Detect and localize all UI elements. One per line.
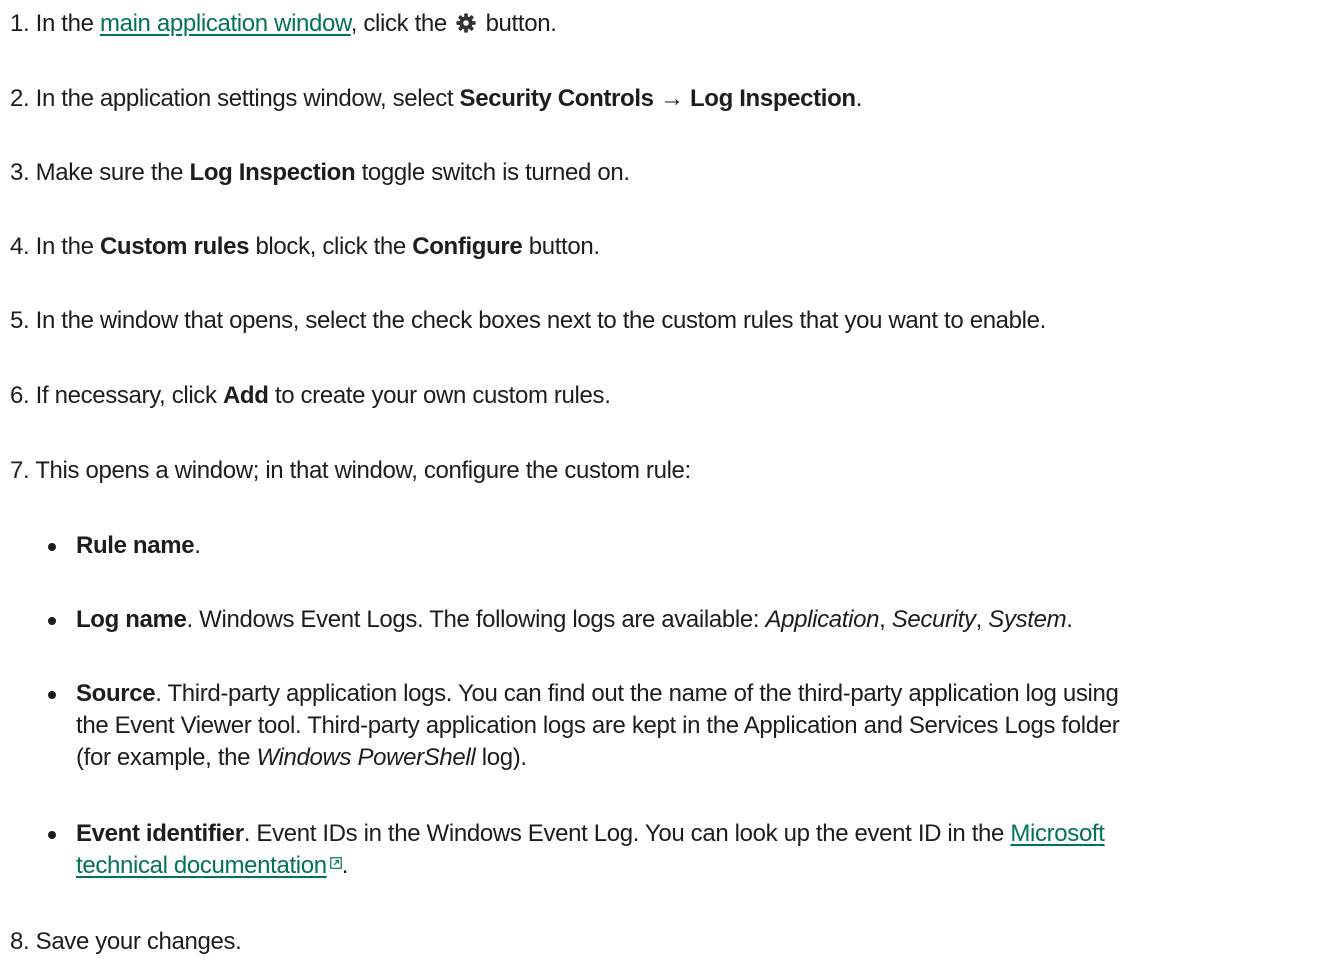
- bullet-text: (for example, the: [76, 744, 251, 771]
- bullet-log-name: Log name. Windows Event Logs. The follow…: [48, 604, 1328, 636]
- bullet-line: (for example, the Windows PowerShell log…: [76, 742, 1328, 774]
- step-7: 7. This opens a window; in that window, …: [10, 455, 691, 487]
- bullet-line: the Event Viewer tool. Third-party appli…: [76, 712, 1120, 739]
- step-text: In the: [35, 233, 94, 260]
- step-text: button.: [528, 233, 600, 260]
- log-inspection-label: Log Inspection: [189, 159, 356, 186]
- bullet-text: .: [194, 532, 201, 559]
- step-text: In the application settings window, sele…: [35, 85, 454, 112]
- gear-icon: [456, 13, 476, 33]
- bullet-text: . Event IDs in the Windows Event Log. Yo…: [243, 820, 1005, 847]
- step-text: If necessary, click: [35, 382, 217, 409]
- add-label: Add: [222, 382, 269, 409]
- separator: ,: [879, 606, 886, 633]
- step-text: This opens a window; in that window, con…: [35, 457, 691, 484]
- bullet-dot: [48, 831, 56, 839]
- step-text: to create your own custom rules.: [274, 382, 611, 409]
- event-identifier-term: Event identifier: [76, 820, 244, 847]
- step-1: 1. In the main application window, click…: [10, 8, 557, 40]
- log-application: Application: [765, 606, 880, 633]
- source-term: Source: [76, 680, 156, 707]
- step-3: 3. Make sure the Log Inspection toggle s…: [10, 157, 630, 189]
- main-application-window-link[interactable]: main application window: [100, 10, 351, 37]
- bullet-line: technical documentation .: [76, 850, 1328, 882]
- step-number: 1.: [10, 10, 30, 37]
- bullet-text: .: [341, 852, 349, 879]
- step-2: 2. In the application settings window, s…: [10, 83, 862, 115]
- document-body: 1. In the main application window, click…: [0, 0, 1331, 961]
- step-8: 8. Save your changes.: [10, 926, 242, 958]
- step-number: 5.: [10, 307, 30, 334]
- step-text: Save your changes.: [35, 928, 242, 955]
- separator: .: [1066, 606, 1073, 633]
- bullet-rule-name: Rule name.: [48, 530, 1328, 562]
- log-system: System: [988, 606, 1067, 633]
- rule-name-term: Rule name: [76, 532, 195, 559]
- bullet-dot: [48, 543, 56, 551]
- technical-documentation-link[interactable]: technical documentation: [76, 852, 327, 879]
- step-number: 4.: [10, 233, 30, 260]
- step-number: 7.: [10, 457, 30, 484]
- step-text: In the: [35, 10, 94, 37]
- bullet-text: . Third-party application logs. You can …: [155, 680, 1119, 707]
- step-text: In the window that opens, select the che…: [35, 307, 1047, 334]
- step-text: toggle switch is turned on.: [361, 159, 630, 186]
- step-number: 6.: [10, 382, 30, 409]
- microsoft-docs-link[interactable]: Microsoft: [1010, 820, 1105, 847]
- windows-powershell-log: Windows PowerShell: [256, 744, 476, 771]
- log-inspection-label: Log Inspection: [689, 85, 856, 112]
- bullet-line: Source. Third-party application logs. Yo…: [76, 678, 1328, 710]
- bullet-dot: [48, 691, 56, 699]
- step-5: 5. In the window that opens, select the …: [10, 305, 1046, 337]
- step-number: 8.: [10, 928, 30, 955]
- bullet-text: . Windows Event Logs. The following logs…: [186, 606, 760, 633]
- configure-label: Configure: [412, 233, 523, 260]
- bullet-line: Event identifier. Event IDs in the Windo…: [76, 818, 1328, 850]
- bullet-event-identifier: Event identifier. Event IDs in the Windo…: [48, 818, 1328, 882]
- bullet-text: log).: [481, 744, 527, 771]
- step-6: 6. If necessary, click Add to create you…: [10, 380, 611, 412]
- step-number: 3.: [10, 159, 30, 186]
- bullet-source: Source. Third-party application logs. Yo…: [48, 678, 1328, 774]
- step-text: , click the: [350, 10, 448, 37]
- step-number: 2.: [10, 85, 30, 112]
- log-name-term: Log name: [76, 606, 187, 633]
- separator: ,: [975, 606, 983, 633]
- step-text: block, click the: [255, 233, 406, 260]
- arrow-separator: →: [659, 85, 684, 112]
- bullet-dot: [48, 617, 56, 625]
- step-text: .: [855, 85, 863, 112]
- step-text: Make sure the: [35, 159, 184, 186]
- custom-rules-label: Custom rules: [99, 233, 250, 260]
- security-controls-label: Security Controls: [459, 85, 654, 112]
- log-security: Security: [891, 606, 976, 633]
- external-link-icon: [329, 857, 342, 869]
- step-text: button.: [485, 10, 557, 37]
- step-4: 4. In the Custom rules block, click the …: [10, 231, 600, 263]
